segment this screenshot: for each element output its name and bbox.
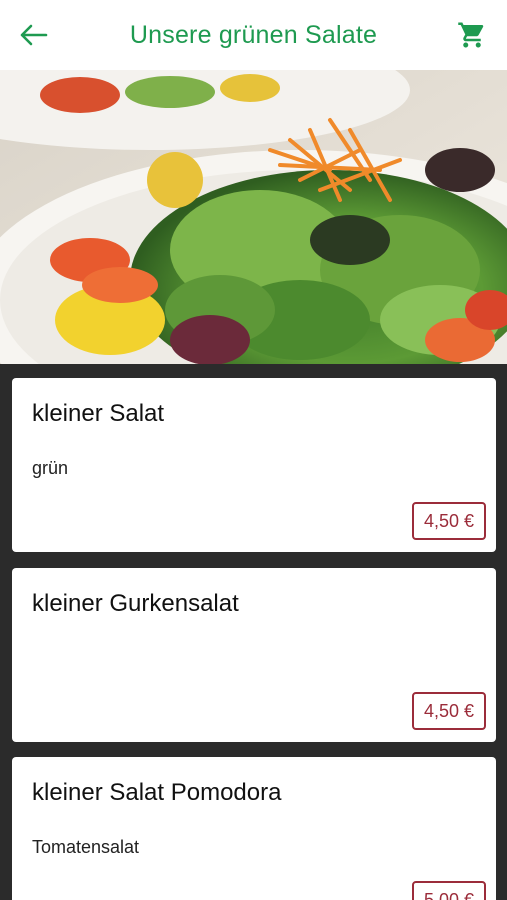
price-button[interactable]: 4,50 € [411,502,486,540]
shopping-cart-icon [458,22,484,48]
hero-image [0,70,507,364]
item-name: kleiner Salat [32,400,165,427]
item-name: kleiner Gurkensalat [32,590,239,617]
list-item[interactable]: kleiner Gurkensalat 4,50 € [12,568,496,742]
item-name: kleiner Salat Pomodora [32,779,282,806]
page-title: Unsere grünen Salate [129,20,378,49]
product-list: kleiner Salat grün 4,50 € kleiner Gurken… [0,364,507,900]
list-item[interactable]: kleiner Salat Pomodora Tomatensalat 5,00… [12,757,496,900]
arrow-left-icon [20,24,48,46]
back-button[interactable] [16,20,50,50]
price-button[interactable]: 5,00 € [411,881,486,900]
item-description: Tomatensalat [32,837,140,857]
app-header: Unsere grünen Salate [0,0,507,70]
list-item[interactable]: kleiner Salat grün 4,50 € [12,378,496,552]
item-description: grün [32,458,69,478]
price-button[interactable]: 4,50 € [411,692,486,730]
salad-plate-photo [0,70,507,364]
cart-button[interactable] [455,18,489,52]
